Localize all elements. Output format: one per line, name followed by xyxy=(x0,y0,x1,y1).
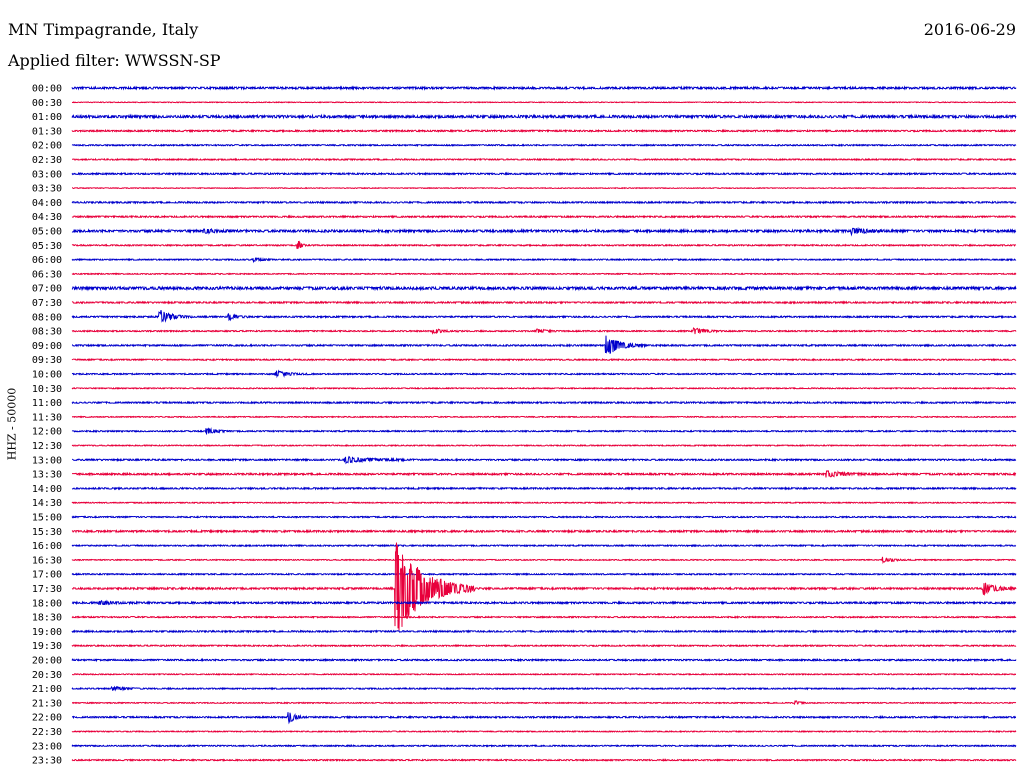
tick-label: 19:00 xyxy=(32,627,62,638)
tick-label: 12:30 xyxy=(32,441,62,452)
tick-label: 09:30 xyxy=(32,355,62,366)
trace-2300 xyxy=(71,743,1017,748)
trace-0400 xyxy=(71,200,1017,205)
trace-0830 xyxy=(71,327,1017,335)
trace-1030 xyxy=(71,386,1017,390)
trace-1130 xyxy=(71,415,1017,419)
tick-label: 14:30 xyxy=(32,498,62,509)
tick-label: 10:00 xyxy=(32,370,62,381)
tick-label: 15:30 xyxy=(32,527,62,538)
trace-0330 xyxy=(72,186,1017,190)
trace-0030 xyxy=(71,101,1017,104)
trace-1530 xyxy=(71,528,1017,534)
tick-label: 21:30 xyxy=(32,698,62,709)
trace-2230 xyxy=(71,729,1017,734)
tick-label: 06:00 xyxy=(32,255,62,266)
trace-0730 xyxy=(71,300,1017,305)
helicorder-figure: MN Timpagrande, Italy 2016-06-29 Applied… xyxy=(0,0,1024,780)
trace-0230 xyxy=(71,157,1017,162)
tick-label: 12:00 xyxy=(32,427,62,438)
helicorder-plot: 00:00 00:30 01:00 01:30 02:00 02:30 03:00 03:30… xyxy=(32,84,1017,767)
trace-2200 xyxy=(71,712,1017,725)
trace-1330 xyxy=(71,469,1017,478)
trace-0000 xyxy=(71,85,1017,91)
tick-label: 04:30 xyxy=(32,212,62,223)
trace-0100 xyxy=(71,113,1017,120)
tick-label: 13:00 xyxy=(32,455,62,466)
tick-label: 19:30 xyxy=(32,641,62,652)
tick-label: 08:30 xyxy=(32,327,62,338)
tick-label: 07:00 xyxy=(32,284,62,295)
trace-2330 xyxy=(71,758,1017,762)
tick-label: 00:30 xyxy=(32,98,62,109)
trace-1700 xyxy=(71,572,1017,577)
tick-label: 01:00 xyxy=(32,112,62,123)
trace-1200 xyxy=(71,427,1017,435)
tick-label: 13:30 xyxy=(32,470,62,481)
tick-label: 11:30 xyxy=(32,412,62,423)
tick-label: 14:00 xyxy=(32,484,62,495)
trace-1100 xyxy=(71,400,1017,405)
trace-2130 xyxy=(71,700,1017,706)
trace-1830 xyxy=(71,615,1017,619)
tick-label: 17:00 xyxy=(32,570,62,581)
tick-label: 03:30 xyxy=(32,184,62,195)
trace-0300 xyxy=(71,171,1017,176)
trace-0930 xyxy=(71,357,1017,362)
trace-0130 xyxy=(71,128,1017,134)
tick-label: 01:30 xyxy=(32,126,62,137)
trace-1230 xyxy=(71,443,1017,448)
tick-label: 08:00 xyxy=(32,312,62,323)
trace-1930 xyxy=(71,643,1017,648)
trace-0900 xyxy=(71,335,1017,354)
tick-label: 04:00 xyxy=(32,198,62,209)
tick-label: 07:30 xyxy=(32,298,62,309)
tick-label: 15:00 xyxy=(32,513,62,524)
tick-label: 02:00 xyxy=(32,141,62,152)
trace-2100 xyxy=(71,685,1017,692)
trace-1300 xyxy=(71,455,1017,465)
trace-1600 xyxy=(71,543,1017,548)
trace-0700 xyxy=(71,284,1017,292)
trace-2000 xyxy=(71,657,1017,663)
tick-label: 03:00 xyxy=(32,169,62,180)
tick-label: 18:00 xyxy=(32,598,62,609)
tick-label: 00:00 xyxy=(32,84,62,95)
trace-2030 xyxy=(71,672,1017,676)
tick-label: 05:30 xyxy=(32,241,62,252)
tick-label: 20:30 xyxy=(32,670,62,681)
tick-label: 09:00 xyxy=(32,341,62,352)
tick-label: 17:30 xyxy=(32,584,62,595)
trace-0430 xyxy=(71,214,1017,219)
trace-0800 xyxy=(71,309,1017,323)
trace-0200 xyxy=(71,143,1017,148)
trace-0600 xyxy=(71,256,1017,264)
tick-label: 16:30 xyxy=(32,555,62,566)
trace-0530 xyxy=(71,240,1017,249)
trace-1430 xyxy=(71,501,1017,505)
trace-0500 xyxy=(71,227,1017,237)
tick-label: 16:00 xyxy=(32,541,62,552)
trace-1000 xyxy=(71,369,1017,379)
tick-label: 21:00 xyxy=(32,684,62,695)
tick-label: 06:30 xyxy=(32,269,62,280)
trace-1800 xyxy=(71,599,1017,606)
tick-label: 10:30 xyxy=(32,384,62,395)
trace-0630 xyxy=(71,272,1017,276)
tick-label: 23:30 xyxy=(32,756,62,767)
trace-1900 xyxy=(71,629,1017,634)
tick-label: 11:00 xyxy=(32,398,62,409)
trace-1630 xyxy=(71,556,1017,564)
tick-label: 20:00 xyxy=(32,656,62,667)
tick-label: 22:00 xyxy=(32,713,62,724)
tick-label: 05:00 xyxy=(32,227,62,238)
tick-label: 18:30 xyxy=(32,613,62,624)
tick-label: 22:30 xyxy=(32,727,62,738)
tick-label: 23:00 xyxy=(32,741,62,752)
trace-1500 xyxy=(71,515,1017,519)
trace-1400 xyxy=(71,486,1017,491)
tick-label: 02:30 xyxy=(32,155,62,166)
